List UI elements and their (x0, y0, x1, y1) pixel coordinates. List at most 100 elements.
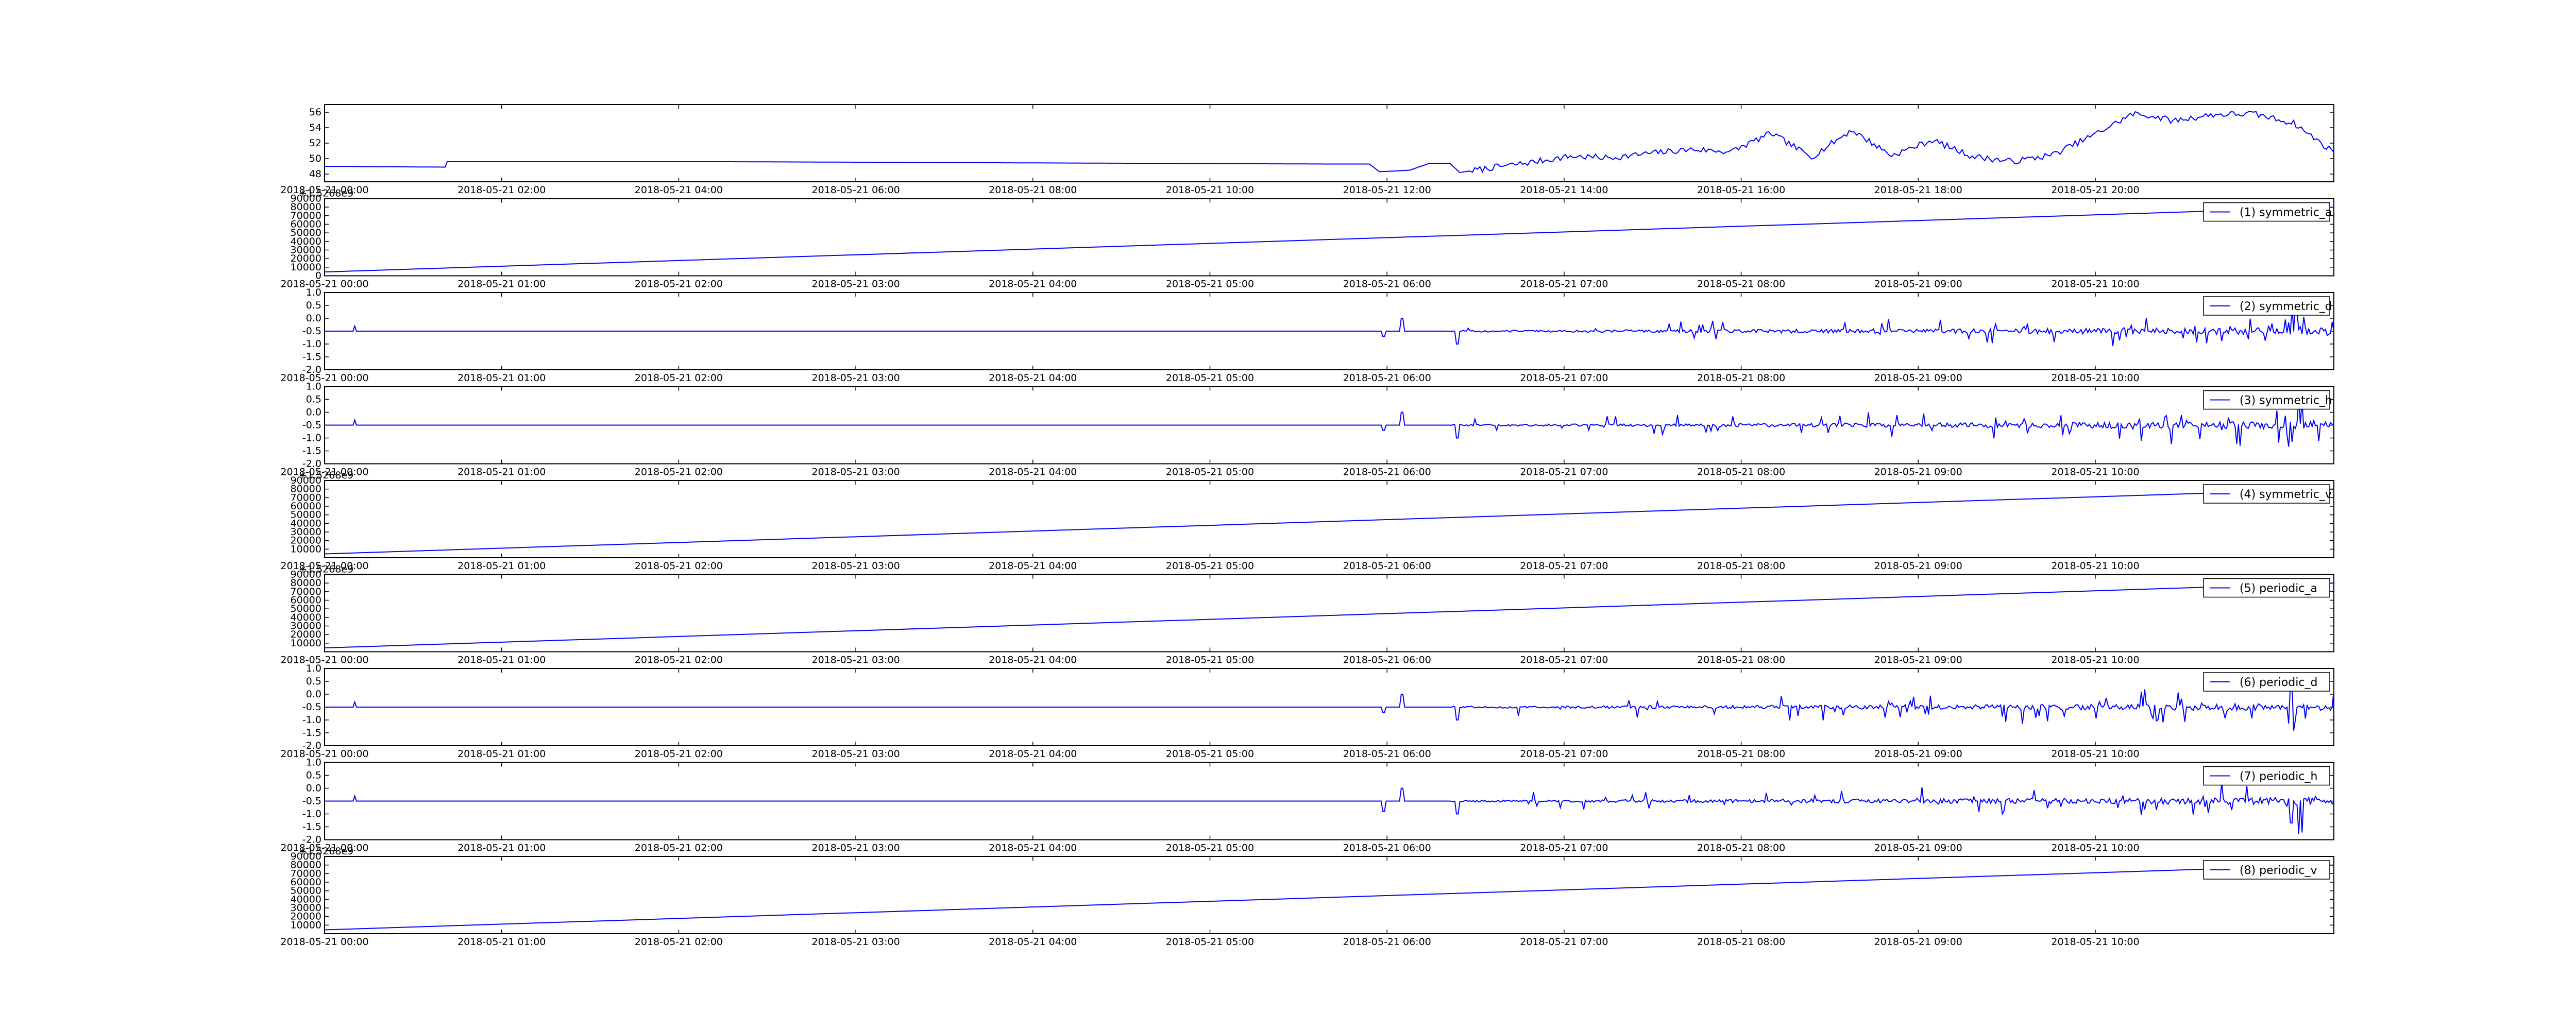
y-tick-label: 0.5 (306, 770, 321, 781)
y-tick-label: -0.5 (302, 325, 321, 337)
legend-label: (2) symmetric_d (2240, 300, 2332, 313)
x-tick-label: 2018-05-21 10:00 (2051, 655, 2139, 666)
y-tick-label: -1.5 (302, 351, 321, 363)
y-tick-label: 0.0 (306, 783, 321, 794)
x-tick-label: 2018-05-21 00:00 (280, 279, 368, 290)
y-offset-label: +1.5268e9 (299, 188, 353, 199)
x-tick-label: 2018-05-21 05:00 (1166, 560, 1254, 572)
x-tick-label: 2018-05-21 05:00 (1166, 467, 1254, 478)
x-tick-label: 2018-05-21 07:00 (1520, 843, 1608, 854)
y-tick-label: 0.0 (306, 313, 321, 324)
y-tick-label: 56 (309, 107, 321, 118)
legend-label: (3) symmetric_h (2240, 394, 2332, 407)
x-tick-label: 2018-05-21 03:00 (811, 936, 900, 948)
x-tick-label: 2018-05-21 10:00 (1166, 184, 1254, 196)
y-tick-label: -1.0 (302, 433, 321, 444)
x-tick-label: 2018-05-21 10:00 (2051, 843, 2139, 854)
series-line (324, 864, 2334, 931)
axes-frame (324, 480, 2334, 558)
x-tick-label: 2018-05-21 03:00 (811, 748, 900, 760)
y-tick-label: -1.5 (302, 821, 321, 833)
legend: (4) symmetric_v (2203, 484, 2332, 504)
x-tick-label: 2018-05-21 00:00 (280, 372, 368, 384)
legend-label: (5) periodic_a (2240, 582, 2317, 595)
y-tick-label: 48 (309, 168, 321, 180)
x-tick-label: 2018-05-21 07:00 (1520, 655, 1608, 666)
x-tick-label: 2018-05-21 03:00 (811, 467, 900, 478)
x-tick-label: 2018-05-21 08:00 (1697, 467, 1785, 478)
y-tick-label: -1.0 (302, 809, 321, 820)
legend-label: (1) symmetric_a (2240, 207, 2332, 219)
y-tick-label: 54 (309, 122, 321, 133)
x-tick-label: 2018-05-21 02:00 (635, 655, 723, 666)
x-tick-label: 2018-05-21 09:00 (1874, 279, 1962, 290)
y-tick-label: -0.5 (302, 701, 321, 713)
legend: (5) periodic_a (2203, 578, 2330, 598)
y-tick-label: -0.5 (302, 796, 321, 807)
x-tick-label: 2018-05-21 04:00 (989, 372, 1077, 384)
x-tick-label: 2018-05-21 09:00 (1874, 655, 1962, 666)
x-tick-label: 2018-05-21 10:00 (2051, 560, 2139, 572)
x-tick-label: 2018-05-21 04:00 (635, 184, 723, 196)
series-line (324, 582, 2334, 648)
x-tick-label: 2018-05-21 01:00 (457, 372, 546, 384)
x-tick-label: 2018-05-21 06:00 (1343, 655, 1431, 666)
x-tick-label: 2018-05-21 00:00 (280, 655, 368, 666)
x-tick-label: 2018-05-21 02:00 (635, 936, 723, 948)
x-tick-label: 2018-05-21 06:00 (1343, 843, 1431, 854)
legend: (1) symmetric_a (2203, 202, 2332, 222)
x-tick-label: 2018-05-21 02:00 (635, 372, 723, 384)
x-tick-label: 2018-05-21 08:00 (1697, 372, 1785, 384)
axes-frame (324, 856, 2334, 934)
x-tick-label: 2018-05-21 04:00 (989, 655, 1077, 666)
x-tick-label: 2018-05-21 05:00 (1166, 748, 1254, 760)
y-tick-label: 52 (309, 138, 321, 149)
y-tick-label: -1.0 (302, 714, 321, 726)
y-tick-label: 0.5 (306, 676, 321, 687)
x-tick-label: 2018-05-21 10:00 (2051, 936, 2139, 948)
x-tick-label: 2018-05-21 03:00 (811, 655, 900, 666)
x-tick-label: 2018-05-21 14:00 (1520, 184, 1608, 196)
x-tick-label: 2018-05-21 07:00 (1520, 467, 1608, 478)
x-tick-label: 2018-05-21 01:00 (457, 936, 546, 948)
y-tick-label: 1.0 (306, 757, 321, 768)
x-tick-label: 2018-05-21 09:00 (1874, 467, 1962, 478)
subplot-2: 0100002000030000400005000060000700008000… (280, 188, 2334, 290)
x-tick-label: 2018-05-21 04:00 (989, 936, 1077, 948)
y-tick-label: -1.0 (302, 338, 321, 350)
x-tick-label: 2018-05-21 04:00 (989, 560, 1077, 572)
series-line (325, 684, 2334, 731)
axes-frame (324, 574, 2334, 653)
x-tick-label: 2018-05-21 08:00 (989, 184, 1077, 196)
series-line (325, 400, 2334, 447)
series-line (324, 488, 2334, 555)
y-tick-label: 50 (309, 153, 321, 164)
x-tick-label: 2018-05-21 06:00 (1343, 748, 1431, 760)
series-line (325, 782, 2334, 834)
y-tick-label: 0.5 (306, 300, 321, 311)
x-tick-label: 2018-05-21 10:00 (2051, 279, 2139, 290)
x-tick-label: 2018-05-21 02:00 (635, 560, 723, 572)
x-tick-label: 2018-05-21 09:00 (1874, 843, 1962, 854)
x-tick-label: 2018-05-21 12:00 (1343, 184, 1431, 196)
y-tick-label: -1.5 (302, 445, 321, 457)
subplot-6: 1000020000300004000050000600007000080000… (280, 564, 2334, 666)
x-tick-label: 2018-05-21 02:00 (635, 279, 723, 290)
x-tick-label: 2018-05-21 09:00 (1874, 372, 1962, 384)
x-tick-label: 2018-05-21 08:00 (1697, 936, 1785, 948)
x-tick-label: 2018-05-21 09:00 (1874, 936, 1962, 948)
x-tick-label: 2018-05-21 08:00 (1697, 655, 1785, 666)
x-tick-label: 2018-05-21 08:00 (1697, 748, 1785, 760)
figure: 48 50 52 54 56 2018-05-21 00:00 2018-05-21 02:… (0, 0, 2576, 1030)
figure-canvas: 48 50 52 54 56 2018-05-21 00:00 2018-05-21 02:… (280, 104, 2334, 948)
x-tick-label: 2018-05-21 08:00 (1697, 279, 1785, 290)
axes-frame (324, 104, 2334, 182)
x-tick-label: 2018-05-21 06:00 (1343, 372, 1431, 384)
x-tick-label: 2018-05-21 02:00 (457, 184, 546, 196)
legend-label: (7) periodic_h (2240, 770, 2317, 783)
x-tick-label: 2018-05-21 07:00 (1520, 748, 1608, 760)
x-tick-label: 2018-05-21 10:00 (2051, 372, 2139, 384)
axes-frame (324, 198, 2334, 277)
x-tick-label: 2018-05-21 02:00 (635, 843, 723, 854)
y-offset-label: +1.5268e9 (299, 470, 353, 481)
